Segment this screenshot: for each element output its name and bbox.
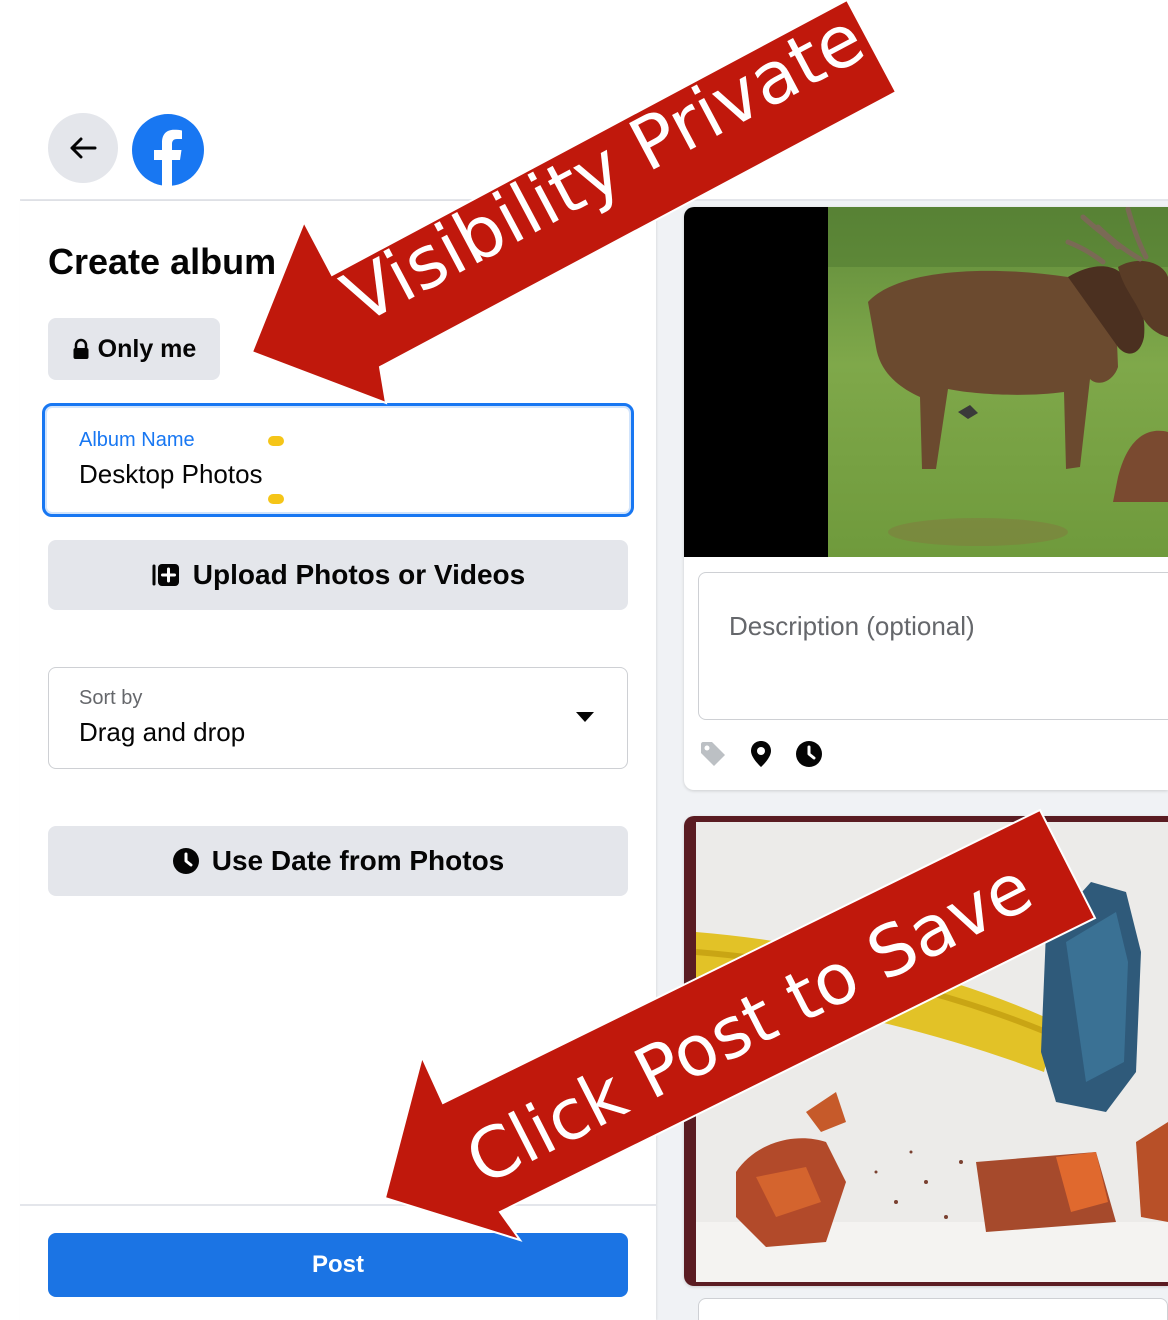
photo-meta-icons [698, 739, 824, 769]
add-photo-icon [152, 564, 179, 586]
clock-icon[interactable] [794, 739, 824, 769]
arrow-left-icon [70, 137, 97, 159]
tag-icon[interactable] [698, 739, 728, 769]
back-button[interactable] [48, 113, 118, 183]
photo-card [698, 1298, 1168, 1320]
autofill-dot [268, 436, 284, 446]
description-input[interactable] [698, 572, 1168, 720]
autofill-dot [268, 494, 284, 504]
clock-icon [172, 848, 199, 874]
lock-icon [73, 338, 89, 359]
hammer-photo [684, 816, 1168, 1286]
album-name-value[interactable]: Desktop Photos [79, 459, 263, 490]
photo-card [684, 207, 1168, 790]
footer-divider [20, 1204, 656, 1206]
sort-by-value: Drag and drop [79, 717, 246, 747]
use-date-button[interactable]: Use Date from Photos [48, 826, 628, 896]
privacy-button[interactable]: Only me [48, 318, 220, 380]
post-button[interactable]: Post [48, 1233, 628, 1297]
photo-card [684, 816, 1168, 1286]
use-date-label: Use Date from Photos [211, 845, 505, 876]
elk-photo [684, 207, 1168, 557]
description-placeholder: Description (optional) [729, 611, 975, 641]
upload-label: Upload Photos or Videos [192, 559, 526, 590]
album-name-label: Album Name [79, 429, 195, 451]
upload-photos-button[interactable]: Upload Photos or Videos [48, 540, 628, 610]
facebook-logo[interactable] [132, 114, 204, 186]
privacy-label: Only me [97, 334, 197, 363]
sort-by-label: Sort by [79, 687, 143, 709]
page-title: Create album [48, 241, 277, 282]
caret-down-icon[interactable] [575, 711, 595, 723]
location-pin-icon[interactable] [746, 739, 776, 769]
